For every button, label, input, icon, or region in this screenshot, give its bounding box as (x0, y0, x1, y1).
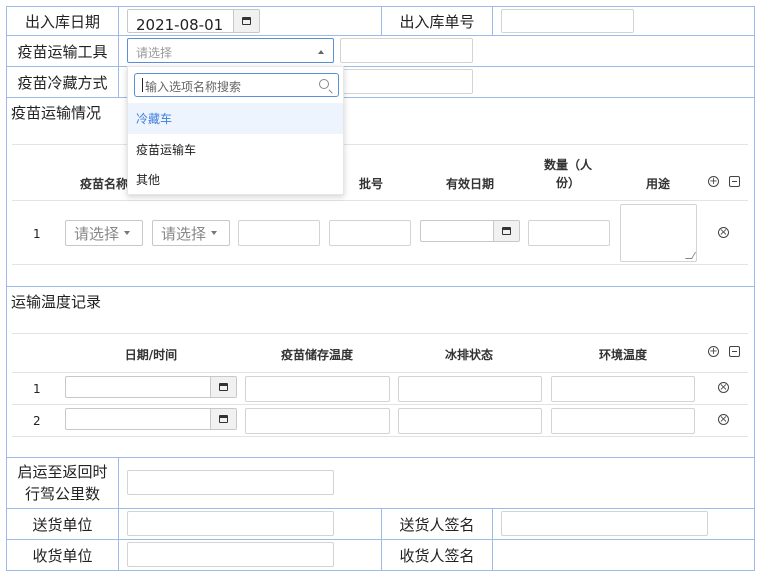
temp-row-1-datetime-picker[interactable] (65, 376, 237, 398)
import-icon[interactable] (729, 176, 740, 187)
temp-row-2-storage-input[interactable] (245, 408, 390, 434)
calendar-button[interactable] (233, 10, 259, 32)
cold-method-extra-input[interactable] (340, 69, 473, 94)
header-storage-temp: 疫苗储存温度 (280, 348, 353, 362)
temp-row-1-storage-input[interactable] (245, 376, 390, 402)
header-expiry: 有效日期 (445, 177, 494, 191)
header-ice-status: 冰排状态 (444, 348, 493, 362)
add-circle-icon[interactable]: + (708, 346, 719, 357)
transport-section-title: 疫苗运输情况 (11, 104, 102, 122)
header-datetime: 日期/时间 (124, 348, 178, 362)
calendar-button[interactable] (210, 409, 236, 429)
resize-grip-icon[interactable] (684, 252, 697, 259)
add-circle-icon[interactable]: + (708, 176, 719, 187)
transport-row-index: 1 (33, 227, 41, 241)
header-usage: 用途 (645, 177, 670, 191)
text-cursor (142, 78, 143, 92)
receiver-unit-input[interactable] (127, 542, 334, 567)
sender-sign-label: 送货人签名 (399, 515, 475, 534)
dropdown-option-2[interactable]: 其他 (128, 165, 343, 193)
header-batch: 批号 (358, 177, 383, 191)
transport-tool-dropdown: 输入选项名称搜索 冷藏车 疫苗运输车 其他 (127, 66, 344, 195)
header-quantity: 数量（人份） (543, 158, 592, 190)
dropdown-option-0[interactable]: 冷藏车 (128, 103, 343, 134)
transport-row-select-2[interactable]: 请选择 (152, 220, 230, 246)
select-2-text: 请选择 (161, 224, 207, 243)
temp-row-1-ice-input[interactable] (398, 376, 542, 402)
temp-row-2-index: 2 (33, 414, 41, 428)
date-picker[interactable]: 2021-08-01 (127, 9, 260, 33)
temp-row-1-index: 1 (33, 382, 41, 396)
remove-circle-icon[interactable]: × (718, 414, 729, 425)
sender-unit-label: 送货单位 (32, 515, 93, 534)
temp-row-2-ice-input[interactable] (398, 408, 542, 434)
cold-method-label: 疫苗冷藏方式 (17, 73, 108, 92)
calendar-button[interactable] (493, 221, 519, 241)
receiver-unit-label: 收货单位 (32, 546, 93, 565)
transport-row-usage-textarea[interactable] (620, 204, 697, 262)
calendar-button[interactable] (210, 377, 236, 397)
search-icon (319, 79, 333, 94)
header-ambient-temp: 环境温度 (598, 348, 647, 362)
calendar-icon (502, 227, 511, 235)
date-value: 2021-08-01 (136, 16, 224, 33)
calendar-icon (219, 415, 228, 423)
dropdown-search-input[interactable]: 输入选项名称搜索 (134, 73, 339, 97)
mileage-label-line2: 行驾公里数 (24, 485, 100, 503)
mileage-label: 启运至返回时 行驾公里数 (7, 458, 118, 508)
transport-tool-placeholder: 请选择 (136, 46, 173, 60)
caret-down-icon (211, 231, 218, 235)
sender-sign-input[interactable] (501, 511, 708, 536)
transport-row-batch-input[interactable] (329, 220, 411, 246)
import-icon[interactable] (729, 346, 740, 357)
order-no-input[interactable] (501, 9, 634, 33)
header-vaccine-name: 疫苗名称 (79, 177, 128, 191)
mileage-label-line1: 启运至返回时 (17, 463, 108, 481)
remove-circle-icon[interactable]: × (718, 227, 729, 238)
order-no-label: 出入库单号 (399, 12, 475, 31)
transport-row-input-1[interactable] (238, 220, 320, 246)
transport-tool-select[interactable]: 请选择 (127, 38, 334, 63)
temp-row-2-datetime-picker[interactable] (65, 408, 237, 430)
dropdown-option-1[interactable]: 疫苗运输车 (128, 134, 343, 165)
receiver-sign-label: 收货人签名 (399, 546, 475, 565)
transport-row-select-1[interactable]: 请选择 (65, 220, 143, 246)
temp-row-2-ambient-input[interactable] (551, 408, 695, 434)
calendar-icon (242, 17, 251, 25)
mileage-input[interactable] (127, 470, 334, 495)
transport-tool-extra-input[interactable] (340, 38, 473, 63)
select-1-text: 请选择 (74, 224, 120, 243)
transport-row-expiry-picker[interactable] (420, 220, 520, 242)
date-label: 出入库日期 (24, 12, 100, 31)
remove-circle-icon[interactable]: × (718, 382, 729, 393)
temp-row-1-ambient-input[interactable] (551, 376, 695, 402)
caret-down-icon (124, 231, 131, 235)
caret-up-icon (318, 50, 324, 54)
dropdown-search-placeholder: 输入选项名称搜索 (145, 80, 242, 94)
temperature-section-title: 运输温度记录 (11, 293, 102, 311)
transport-row-quantity-input[interactable] (528, 220, 610, 246)
calendar-icon (219, 383, 228, 391)
transport-tool-label: 疫苗运输工具 (17, 42, 108, 61)
sender-unit-input[interactable] (127, 511, 334, 536)
